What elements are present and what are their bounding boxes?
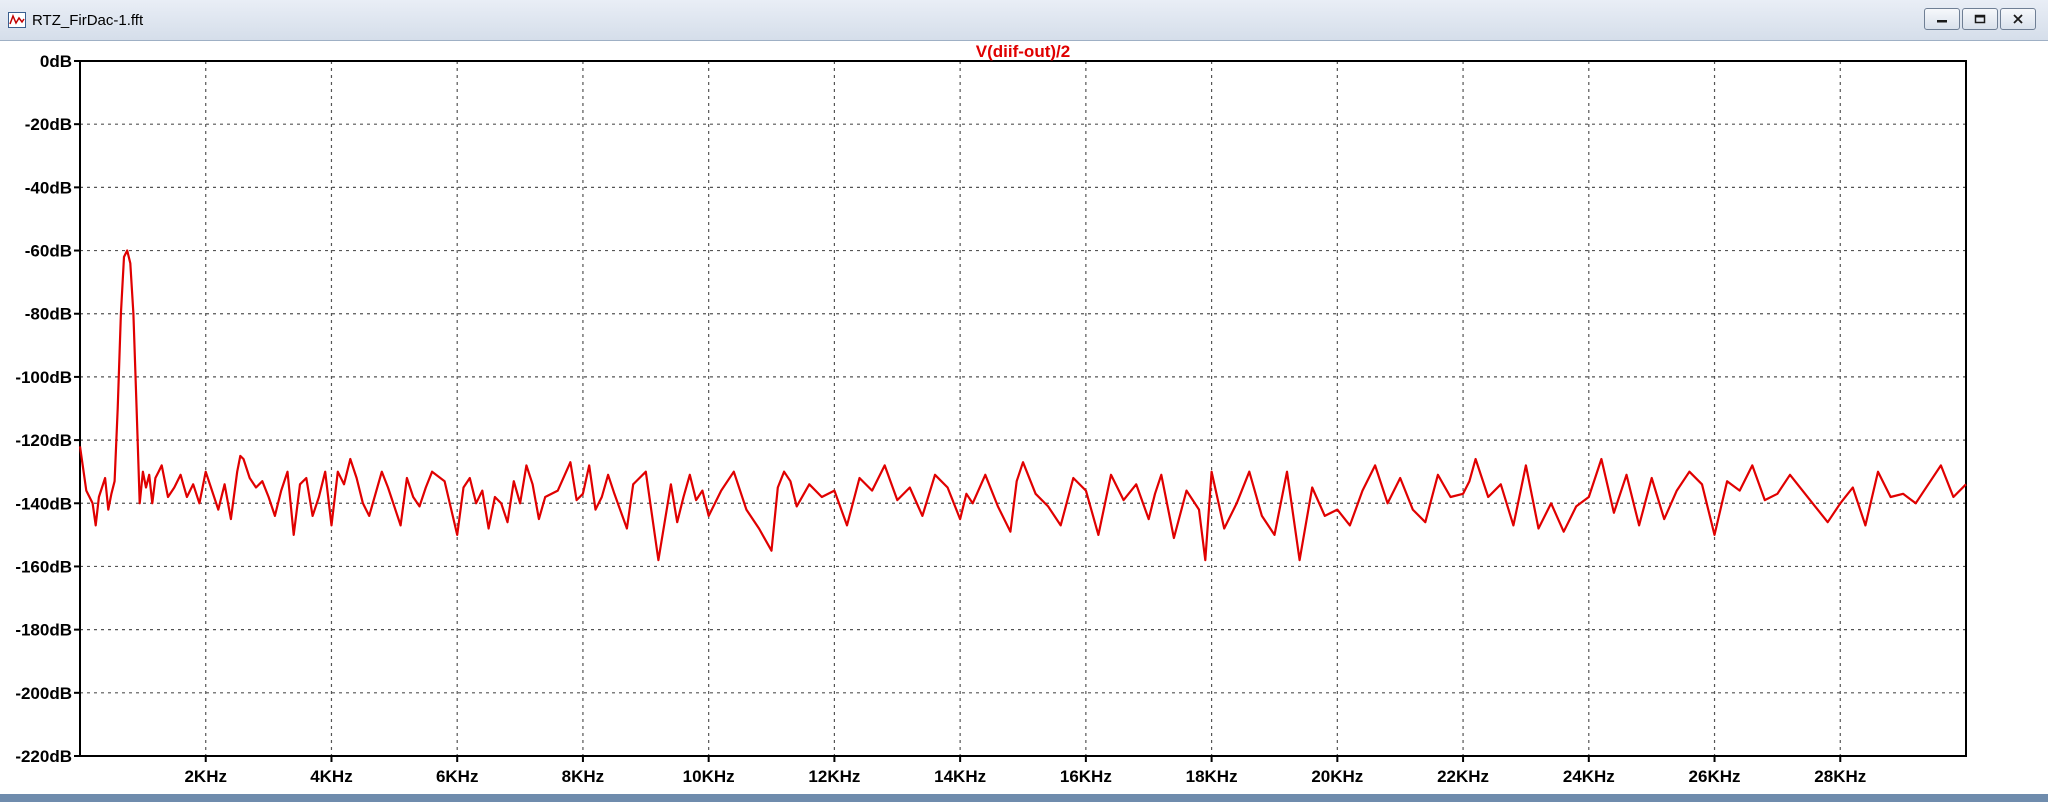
y-tick-label: -80dB	[25, 305, 72, 324]
x-tick-label: 16KHz	[1060, 767, 1112, 786]
x-tick-label: 8KHz	[562, 767, 605, 786]
y-tick-label: -120dB	[15, 431, 72, 450]
close-button[interactable]	[2000, 8, 2036, 30]
x-tick-label: 24KHz	[1563, 767, 1615, 786]
x-tick-label: 6KHz	[436, 767, 479, 786]
series-trace[interactable]	[78, 249, 1967, 562]
y-tick-label: -20dB	[25, 115, 72, 134]
y-tick-label: -40dB	[25, 178, 72, 197]
y-tick-label: -160dB	[15, 557, 72, 576]
x-tick-label: 22KHz	[1437, 767, 1489, 786]
waveform-app-icon	[8, 12, 26, 28]
y-tick-label: -180dB	[15, 621, 72, 640]
maximize-icon	[1974, 14, 1986, 24]
x-axis: 2KHz 4KHz 6KHz 8KHz 10KHz 12KHz 14KHz 16KHz 18KH…	[184, 756, 1866, 786]
fft-chart[interactable]: 0dB -20dB -40dB -60dB -80dB -100dB -120dB -140d…	[0, 40, 2048, 794]
y-tick-label: 0dB	[40, 52, 72, 71]
y-tick-label: -200dB	[15, 684, 72, 703]
x-tick-label: 2KHz	[184, 767, 227, 786]
status-strip	[0, 794, 2048, 802]
window-title: RTZ_FirDac-1.fft	[32, 12, 144, 29]
chart-title: V(diif-out)/2	[976, 42, 1070, 61]
minimize-icon	[1937, 20, 1947, 23]
x-tick-label: 10KHz	[683, 767, 735, 786]
plot-area: 0dB -20dB -40dB -60dB -80dB -100dB -120dB -140d…	[0, 40, 2048, 802]
minimize-button[interactable]	[1924, 8, 1960, 30]
y-tick-label: -140dB	[15, 494, 72, 513]
x-tick-label: 20KHz	[1311, 767, 1363, 786]
x-tick-label: 14KHz	[934, 767, 986, 786]
maximize-button[interactable]	[1962, 8, 1998, 30]
close-icon	[2013, 14, 2023, 24]
y-tick-label: -220dB	[15, 747, 72, 766]
x-tick-label: 4KHz	[310, 767, 353, 786]
x-tick-label: 26KHz	[1689, 767, 1741, 786]
plot-frame	[79, 60, 1967, 757]
window-titlebar[interactable]: RTZ_FirDac-1.fft	[0, 0, 2048, 41]
y-tick-label: -100dB	[15, 368, 72, 387]
x-tick-label: 18KHz	[1186, 767, 1238, 786]
grid	[80, 61, 1966, 756]
x-tick-label: 28KHz	[1814, 767, 1866, 786]
y-axis: 0dB -20dB -40dB -60dB -80dB -100dB -120dB -140d…	[15, 52, 80, 766]
x-tick-label: 12KHz	[808, 767, 860, 786]
y-tick-label: -60dB	[25, 242, 72, 261]
